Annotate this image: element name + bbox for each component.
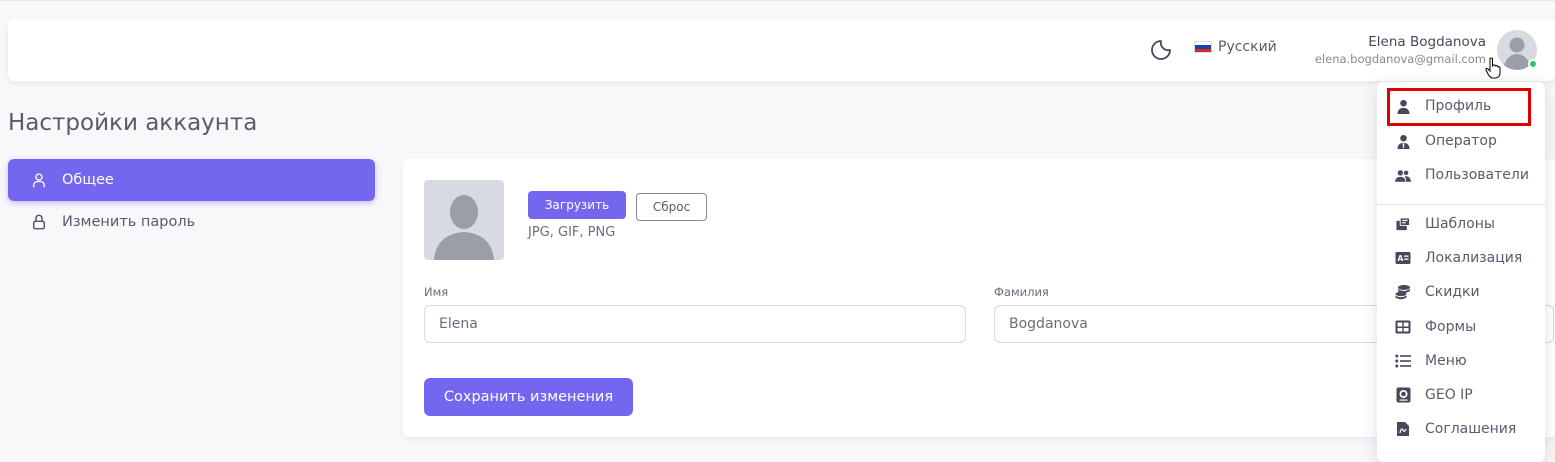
last-name-label: Фамилия <box>994 285 1049 299</box>
sidebar-item-label: Общее <box>62 172 114 188</box>
save-changes-button[interactable]: Сохранить изменения <box>424 378 633 416</box>
russia-flag-icon <box>1194 41 1212 53</box>
user-info: Elena Bogdanova elena.bogdanova@gmail.co… <box>1315 34 1486 67</box>
forms-icon <box>1395 319 1411 335</box>
hand-cursor-icon <box>1485 57 1501 79</box>
menu-divider <box>1377 204 1545 205</box>
menu-item-label: Соглашения <box>1425 421 1517 437</box>
menu-item-users[interactable]: Пользователи <box>1377 160 1545 190</box>
menu-item-label: Формы <box>1425 319 1477 335</box>
coins-icon <box>1395 284 1411 300</box>
menu-item-label: Меню <box>1425 353 1467 369</box>
operator-icon <box>1395 133 1411 149</box>
upload-button[interactable]: Загрузить <box>528 191 626 219</box>
menu-list-icon <box>1395 353 1411 369</box>
localization-icon: A <box>1395 250 1411 266</box>
lock-icon <box>30 213 48 231</box>
menu-item-label: Скидки <box>1425 284 1480 300</box>
menu-item-forms[interactable]: Формы <box>1377 312 1545 342</box>
document-icon <box>1395 421 1411 437</box>
profile-photo <box>424 180 504 260</box>
language-selector[interactable]: Русский <box>1194 39 1277 55</box>
menu-item-label: Локализация <box>1425 250 1523 266</box>
menu-item-label: Шаблоны <box>1425 216 1495 232</box>
menu-item-operator[interactable]: Оператор <box>1377 126 1545 156</box>
menu-item-localization[interactable]: A Локализация <box>1377 243 1545 273</box>
page-title: Настройки аккаунта <box>8 110 258 136</box>
menu-item-label: Оператор <box>1425 133 1497 149</box>
menu-item-label: GEO IP <box>1425 387 1473 403</box>
menu-item-templates[interactable]: Шаблоны <box>1377 209 1545 239</box>
menu-item-agreements[interactable]: Соглашения <box>1377 414 1545 444</box>
menu-item-geo-ip[interactable]: GEO IP <box>1377 380 1545 410</box>
geo-icon <box>1395 387 1411 403</box>
svg-text:A: A <box>1398 254 1404 263</box>
user-email: elena.bogdanova@gmail.com <box>1314 52 1486 66</box>
top-navbar: Русский Elena Bogdanova elena.bogdanova@… <box>8 19 1555 81</box>
sidebar-item-change-password[interactable]: Изменить пароль <box>8 201 375 243</box>
menu-item-discounts[interactable]: Скидки <box>1377 277 1545 307</box>
user-dropdown-menu: Профиль Оператор Пользователи Шаблоны A … <box>1377 82 1545 462</box>
reset-button[interactable]: Сброс <box>636 193 707 221</box>
language-label: Русский <box>1218 39 1277 55</box>
sidebar-item-general[interactable]: Общее <box>8 159 375 201</box>
users-icon <box>1395 167 1411 183</box>
first-name-label: Имя <box>424 285 449 299</box>
user-icon <box>1395 98 1411 114</box>
user-icon <box>30 171 48 189</box>
top-border <box>0 0 1555 1</box>
user-name: Elena Bogdanova <box>1368 34 1486 50</box>
sidebar-item-label: Изменить пароль <box>62 214 196 230</box>
first-name-field[interactable] <box>424 305 966 343</box>
online-status-dot <box>1528 59 1538 69</box>
templates-icon <box>1395 216 1411 232</box>
moon-icon[interactable] <box>1149 38 1173 62</box>
menu-item-profile[interactable]: Профиль <box>1377 91 1545 121</box>
menu-item-menu[interactable]: Меню <box>1377 346 1545 376</box>
file-format-hint: JPG, GIF, PNG <box>528 225 616 240</box>
menu-item-label: Пользователи <box>1425 167 1529 183</box>
menu-item-label: Профиль <box>1425 98 1492 114</box>
